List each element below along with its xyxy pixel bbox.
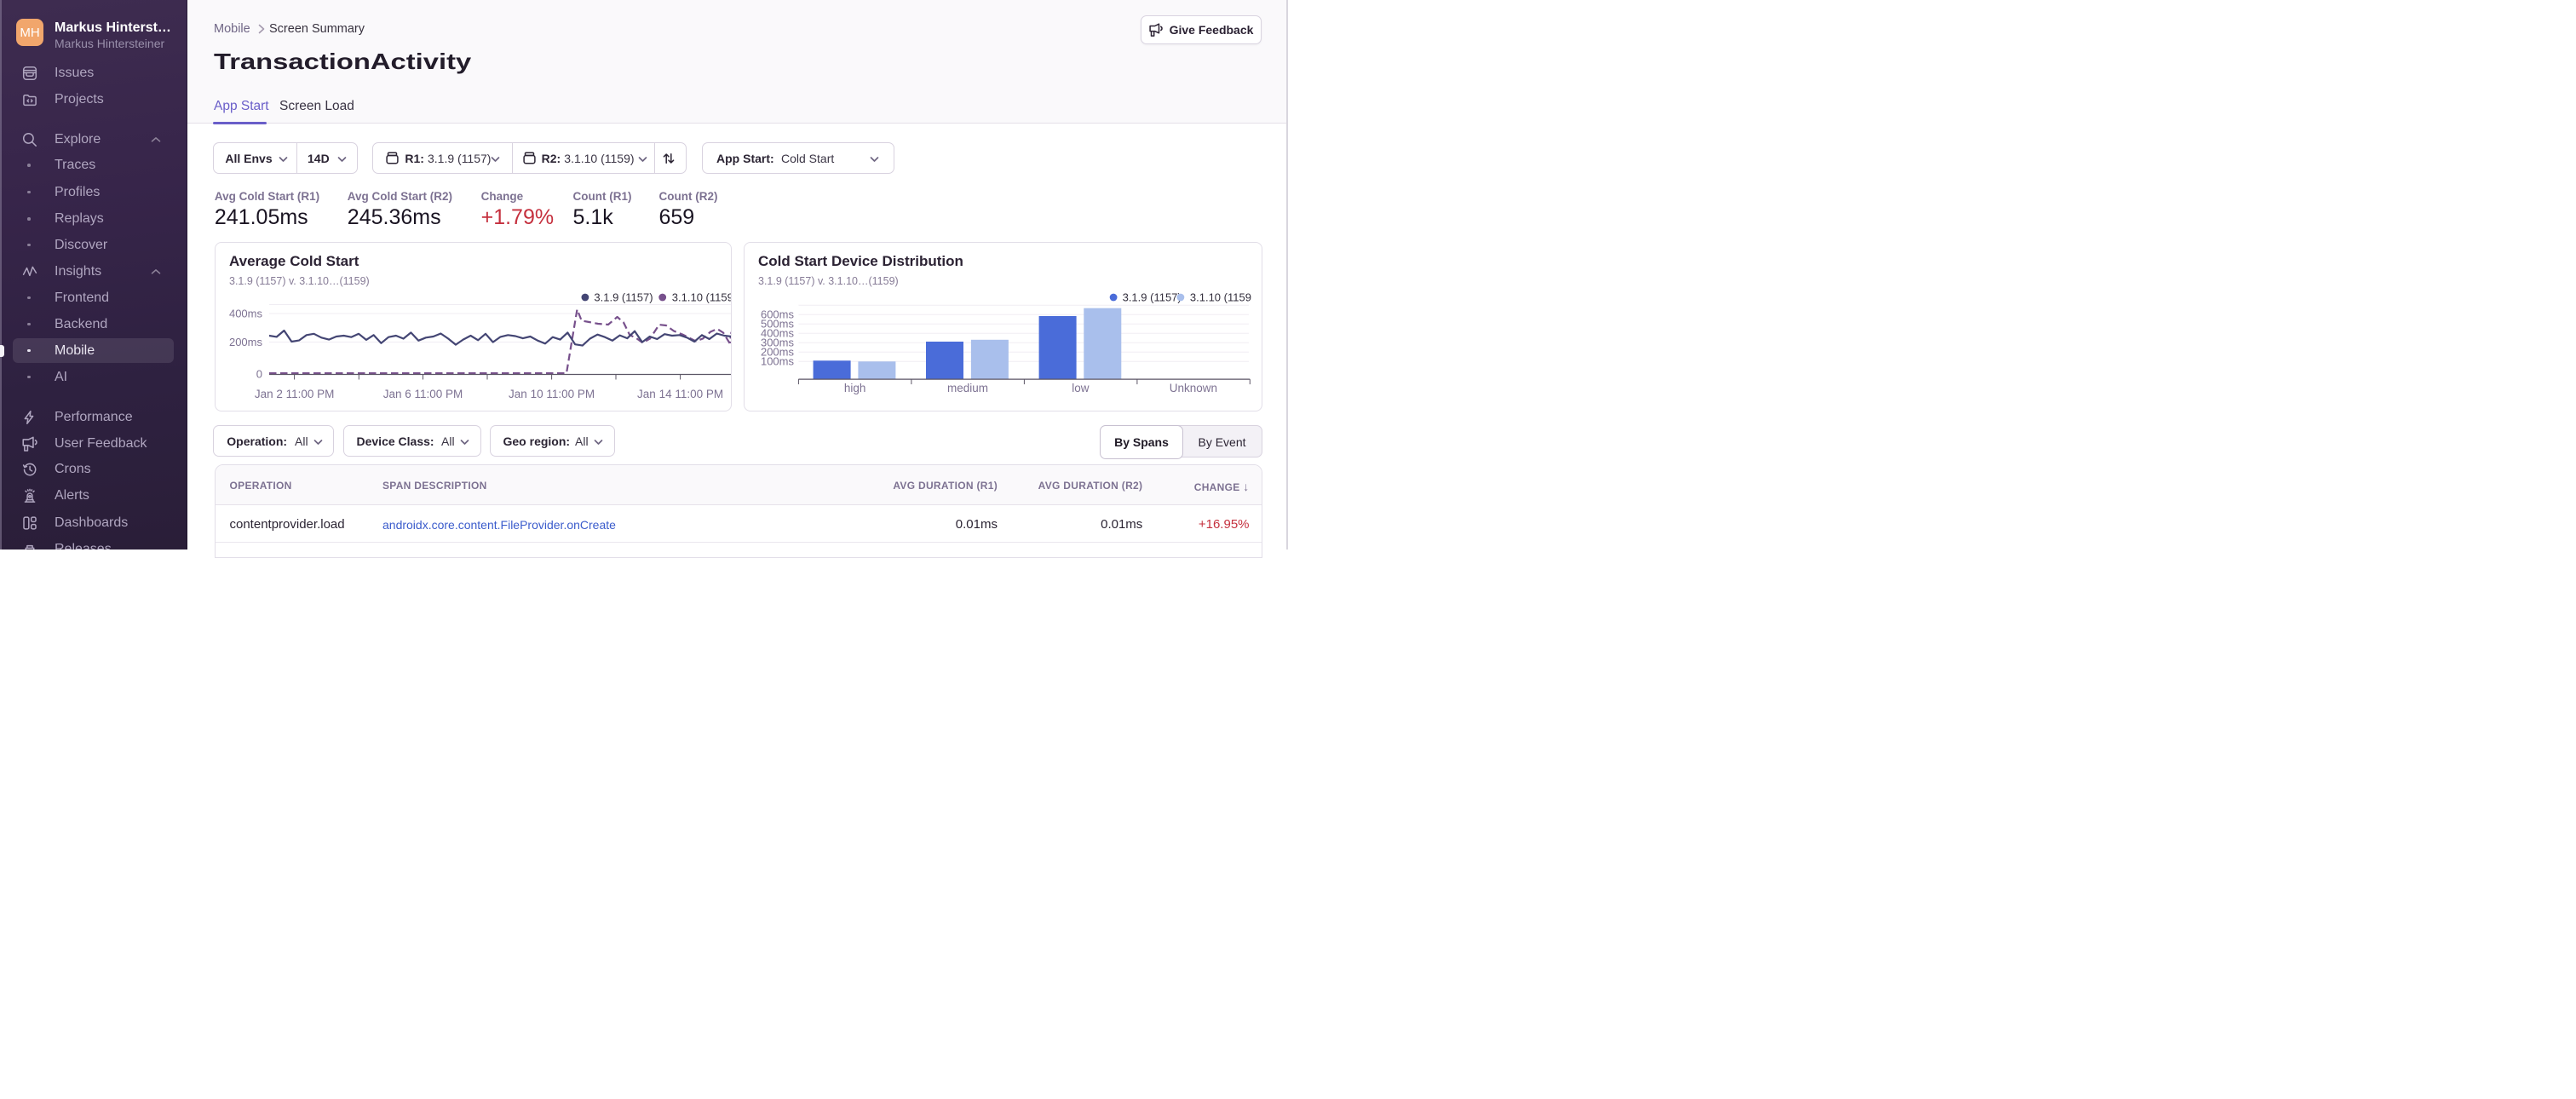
- svg-text:medium: medium: [947, 382, 988, 394]
- svg-text:low: low: [1072, 382, 1090, 394]
- svg-text:400ms: 400ms: [229, 307, 263, 319]
- svg-text:3.1.9 (1157): 3.1.9 (1157): [1123, 291, 1182, 303]
- svg-text:100ms: 100ms: [761, 354, 795, 367]
- svg-text:0: 0: [256, 367, 262, 380]
- svg-text:high: high: [844, 382, 866, 394]
- svg-text:Jan 2 11:00 PM: Jan 2 11:00 PM: [255, 388, 335, 400]
- svg-text:Unknown: Unknown: [1170, 382, 1217, 394]
- svg-text:3.1.10 (1159: 3.1.10 (1159: [1190, 291, 1251, 303]
- svg-text:Jan 10 11:00 PM: Jan 10 11:00 PM: [509, 388, 595, 400]
- svg-text:3.1.9 (1157): 3.1.9 (1157): [594, 291, 653, 303]
- svg-text:200ms: 200ms: [229, 336, 263, 348]
- svg-text:Jan 14 11:00 PM: Jan 14 11:00 PM: [637, 388, 723, 400]
- svg-text:Jan 6 11:00 PM: Jan 6 11:00 PM: [383, 388, 463, 400]
- svg-text:3.1.10 (1159: 3.1.10 (1159: [672, 291, 732, 303]
